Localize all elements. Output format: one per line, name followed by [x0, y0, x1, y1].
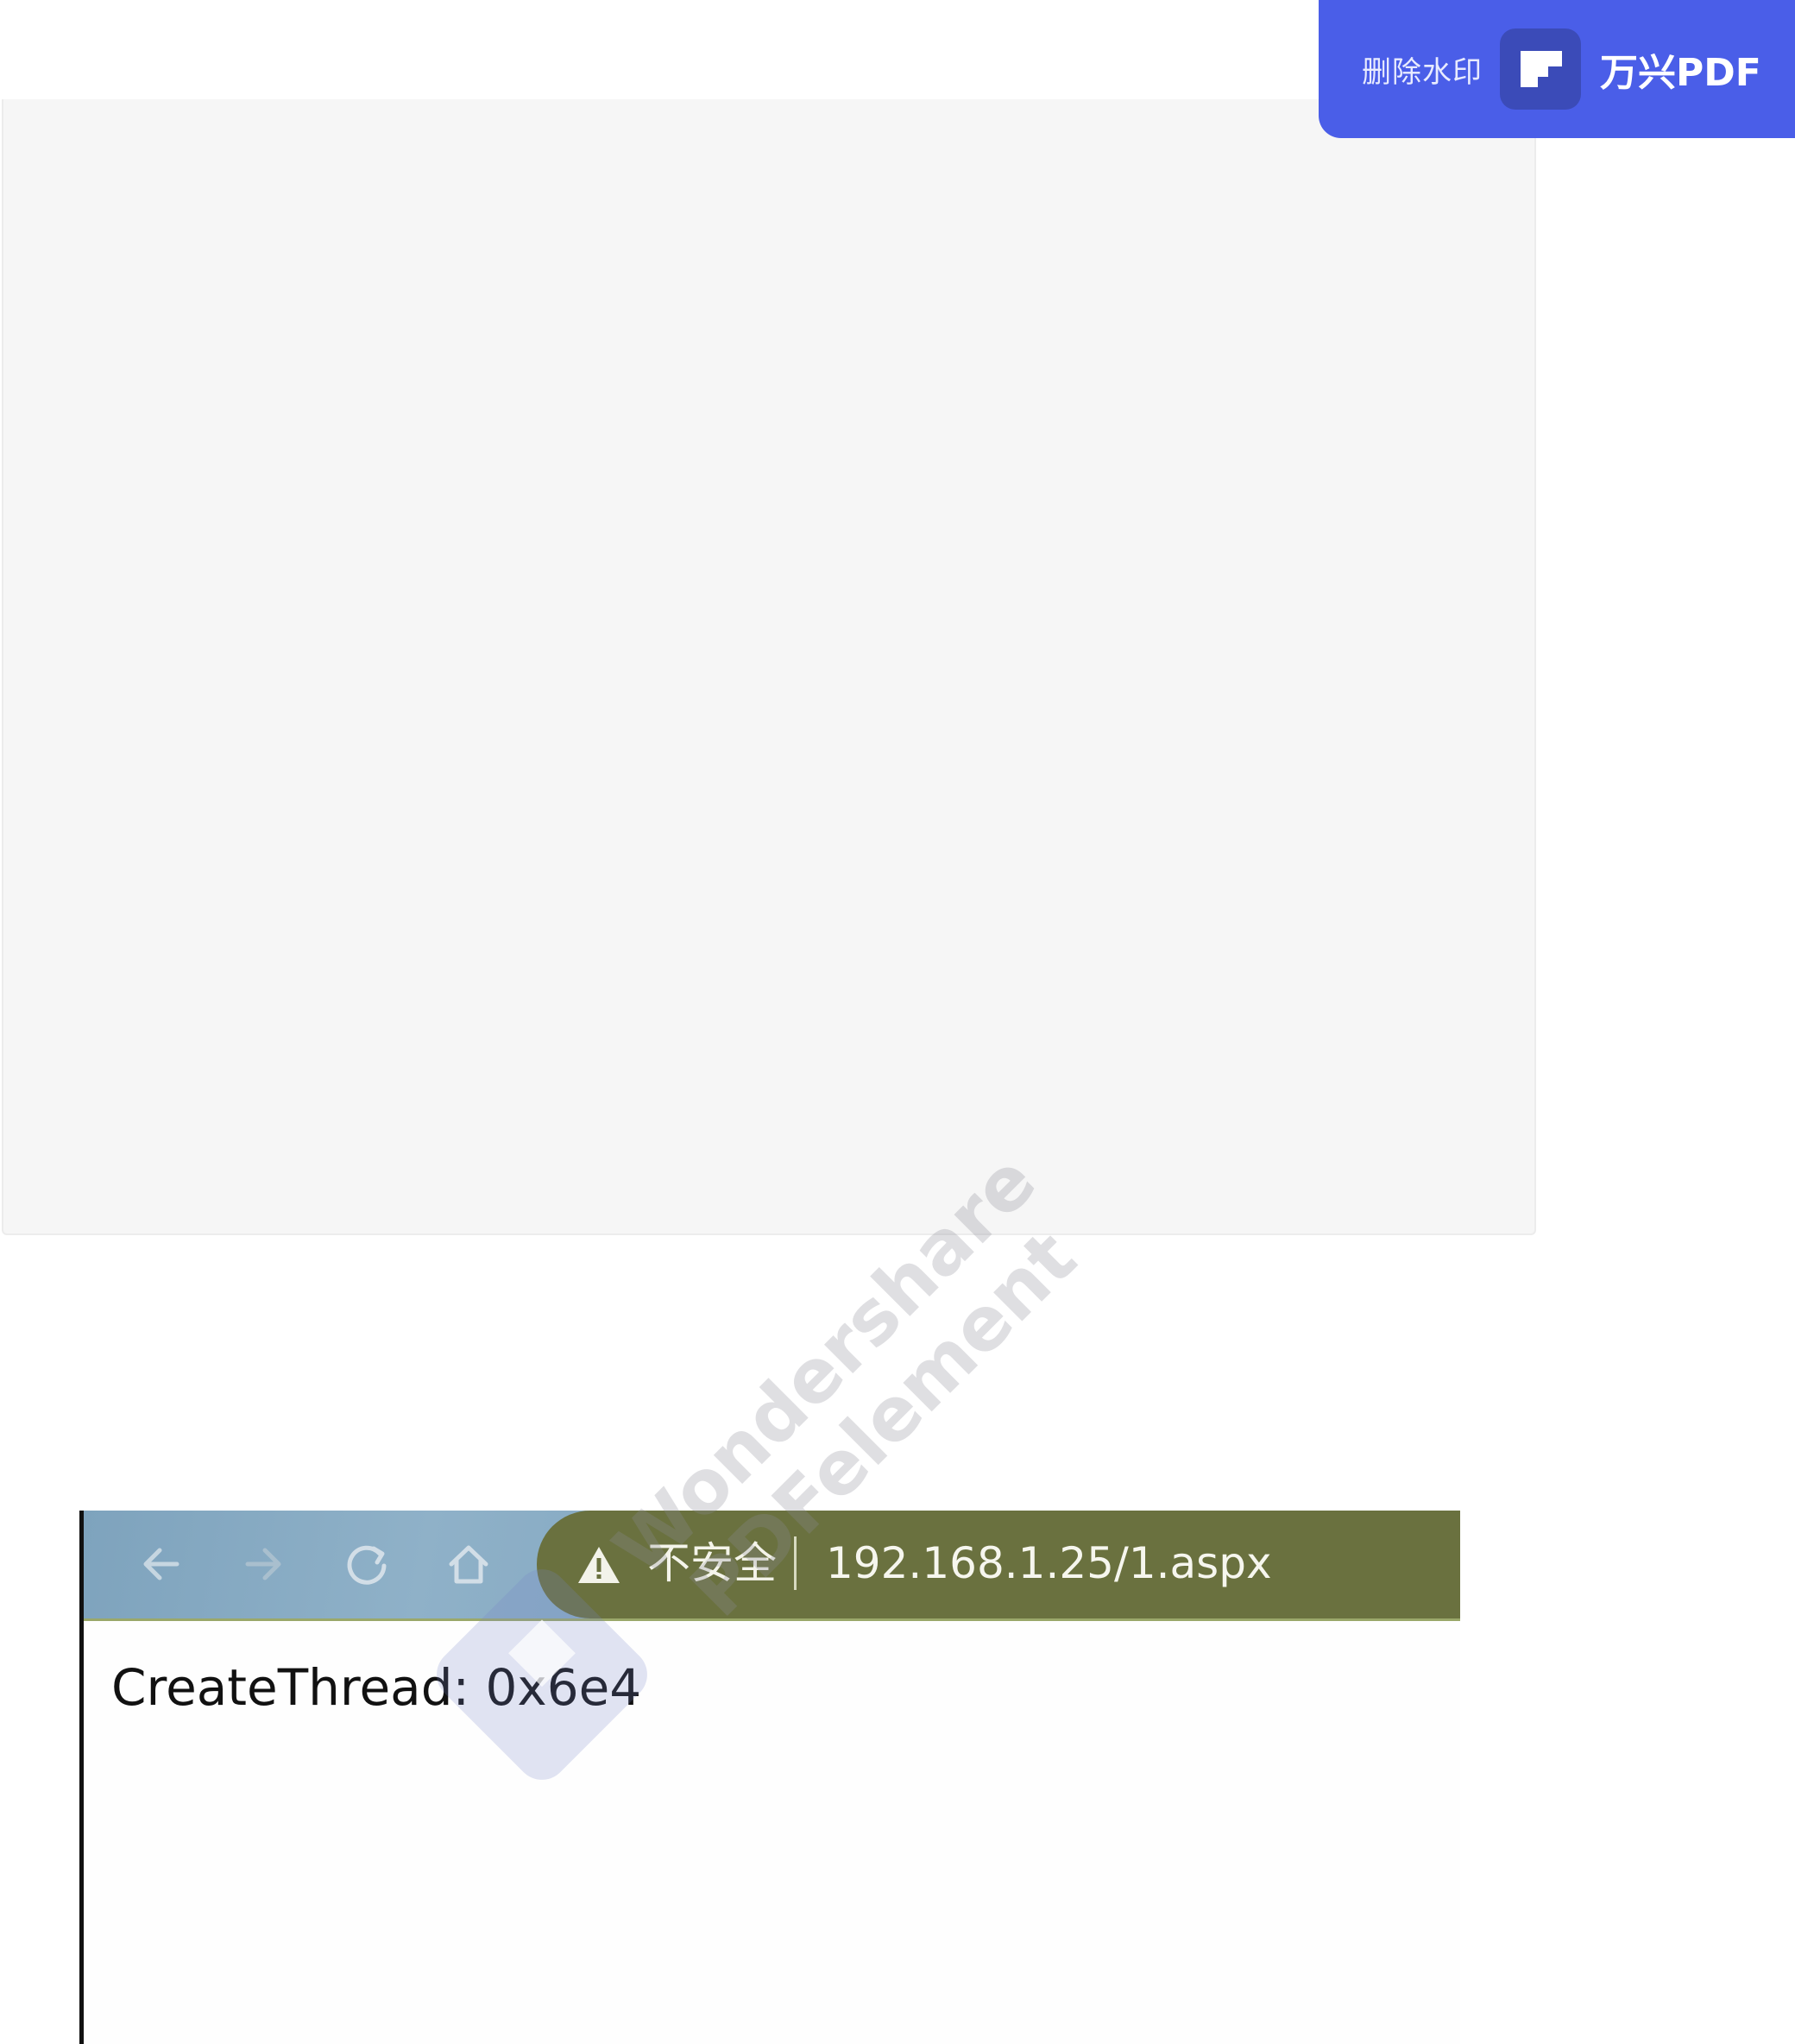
page-output-text: CreateThread: 0x6e4 — [111, 1658, 642, 1717]
empty-content-panel — [2, 99, 1536, 1235]
browser-window: 不安全 192.168.1.25/1.aspx CreateThread: 0x… — [79, 1511, 1460, 2044]
remove-watermark-banner[interactable]: 删除水印 万兴PDF — [1319, 0, 1795, 138]
pdfelement-logo-icon — [1500, 28, 1581, 110]
home-icon[interactable] — [441, 1536, 496, 1592]
browser-toolbar: 不安全 192.168.1.25/1.aspx — [84, 1511, 1460, 1621]
arrow-right-icon[interactable] — [236, 1536, 291, 1592]
arrow-left-icon[interactable] — [134, 1536, 189, 1592]
security-status-label[interactable]: 不安全 — [647, 1533, 777, 1593]
url-text[interactable]: 192.168.1.25/1.aspx — [826, 1533, 1272, 1593]
reload-icon[interactable] — [339, 1536, 394, 1592]
remove-watermark-label[interactable]: 删除水印 — [1362, 48, 1483, 91]
brand-name: 万兴PDF — [1600, 51, 1761, 95]
address-divider — [794, 1536, 797, 1590]
warning-triangle-icon[interactable] — [576, 1543, 622, 1587]
address-bar[interactable]: 不安全 192.168.1.25/1.aspx — [537, 1511, 1460, 1618]
